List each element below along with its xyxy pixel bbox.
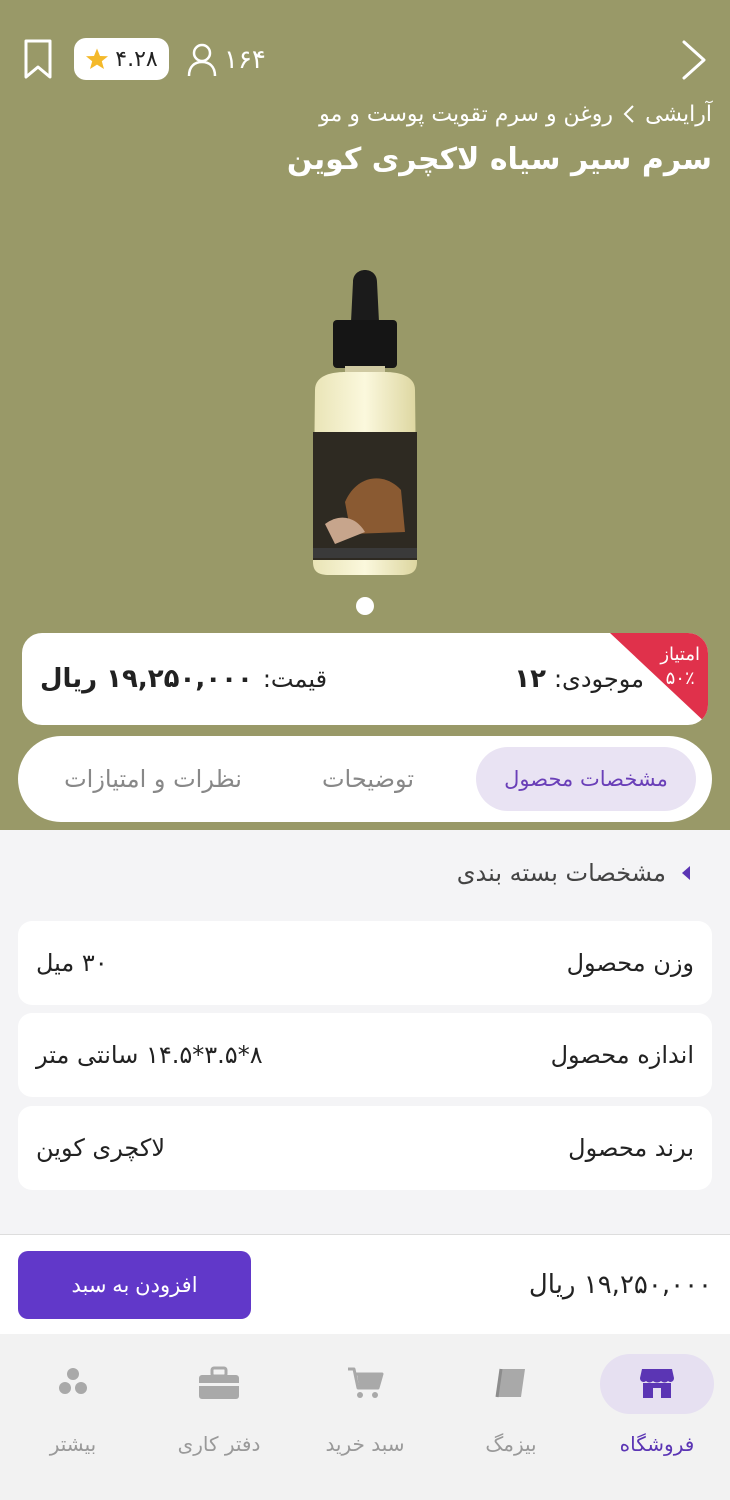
- badge-value: ۵۰٪: [665, 668, 695, 689]
- cart-total: ۱۹,۲۵۰,۰۰۰ ریال: [528, 1270, 712, 1300]
- breadcrumb-current[interactable]: روغن و سرم تقویت پوست و مو: [319, 102, 613, 127]
- badge-label: امتیاز: [660, 644, 700, 665]
- nav-store[interactable]: فروشگاه: [584, 1334, 730, 1500]
- spec-value: ۳۰ میل: [36, 949, 108, 977]
- breadcrumb: آرایشی روغن و سرم تقویت پوست و مو: [319, 96, 712, 132]
- price-value: ۱۹,۲۵۰,۰۰۰ ریال: [40, 664, 253, 694]
- spec-label: برند محصول: [568, 1134, 694, 1162]
- store-icon: [640, 1369, 674, 1398]
- views-value: ۱۶۴: [224, 45, 266, 75]
- back-arrow-icon[interactable]: [674, 38, 714, 82]
- price-info: قیمت: ۱۹,۲۵۰,۰۰۰ ریال: [40, 633, 327, 725]
- bottom-navigation: فروشگاه بیزمگ سبد خرید دفتر کاری بیشتر: [0, 1334, 730, 1500]
- user-icon: [187, 43, 217, 77]
- spec-row: برند محصول لاکچری کوین: [18, 1106, 712, 1190]
- nav-bizmag[interactable]: بیزمگ: [438, 1334, 584, 1500]
- spec-value: لاکچری کوین: [36, 1134, 166, 1162]
- stock-info: موجودی: ۱۲: [514, 633, 644, 725]
- breadcrumb-parent[interactable]: آرایشی: [645, 102, 712, 127]
- gallery-indicator-dot[interactable]: [356, 597, 374, 615]
- cart-bar: ۱۹,۲۵۰,۰۰۰ ریال افزودن به سبد: [0, 1234, 730, 1335]
- tab-specs[interactable]: مشخصات محصول: [476, 747, 696, 811]
- spec-label: اندازه محصول: [550, 1041, 694, 1069]
- badge-text: امتیاز ۵۰٪: [660, 643, 700, 691]
- section-header[interactable]: مشخصات بسته بندی: [457, 852, 692, 894]
- nav-cart[interactable]: سبد خرید: [292, 1334, 438, 1500]
- spec-row: وزن محصول ۳۰ میل: [18, 921, 712, 1005]
- chevron-left-icon: [623, 105, 634, 123]
- nav-more[interactable]: بیشتر: [0, 1334, 146, 1500]
- add-to-cart-button[interactable]: افزودن به سبد: [18, 1251, 251, 1319]
- more-dots-icon: [59, 1368, 87, 1394]
- star-icon: [86, 48, 109, 69]
- nav-label: بیشتر: [49, 1432, 97, 1456]
- spec-row: اندازه محصول ۸*۳.۵*۱۴.۵ سانتی متر: [18, 1013, 712, 1097]
- briefcase-icon: [199, 1366, 239, 1399]
- nav-label: سبد خرید: [325, 1432, 405, 1456]
- tab-description[interactable]: توضیحات: [268, 736, 468, 822]
- caret-left-icon: [682, 866, 690, 880]
- spec-value: ۸*۳.۵*۱۴.۵ سانتی متر: [36, 1041, 263, 1069]
- rating-value: ۴.۲۸: [115, 46, 158, 72]
- rating-badge: ۴.۲۸: [74, 38, 169, 80]
- nav-office[interactable]: دفتر کاری: [146, 1334, 292, 1500]
- price-label: قیمت:: [262, 665, 328, 693]
- tab-reviews[interactable]: نظرات و امتیازات: [38, 736, 268, 822]
- book-icon: [495, 1368, 525, 1398]
- nav-label: دفتر کاری: [177, 1432, 261, 1456]
- product-title: سرم سیر سیاه لاکچری کوین: [286, 142, 712, 177]
- bookmark-icon[interactable]: [22, 38, 54, 80]
- views-count: ۱۶۴: [186, 38, 266, 82]
- nav-label: فروشگاه: [619, 1432, 695, 1456]
- stock-label: موجودی:: [553, 665, 644, 693]
- nav-label: بیزمگ: [485, 1432, 537, 1456]
- price-card: امتیاز ۵۰٪ موجودی: ۱۲ قیمت: ۱۹,۲۵۰,۰۰۰ ر…: [22, 633, 708, 725]
- stock-value: ۱۲: [514, 664, 546, 694]
- detail-tabs: مشخصات محصول توضیحات نظرات و امتیازات: [18, 736, 712, 822]
- cart-icon: [348, 1367, 384, 1398]
- product-image[interactable]: [305, 262, 425, 577]
- section-title: مشخصات بسته بندی: [456, 859, 666, 887]
- spec-label: وزن محصول: [566, 949, 694, 977]
